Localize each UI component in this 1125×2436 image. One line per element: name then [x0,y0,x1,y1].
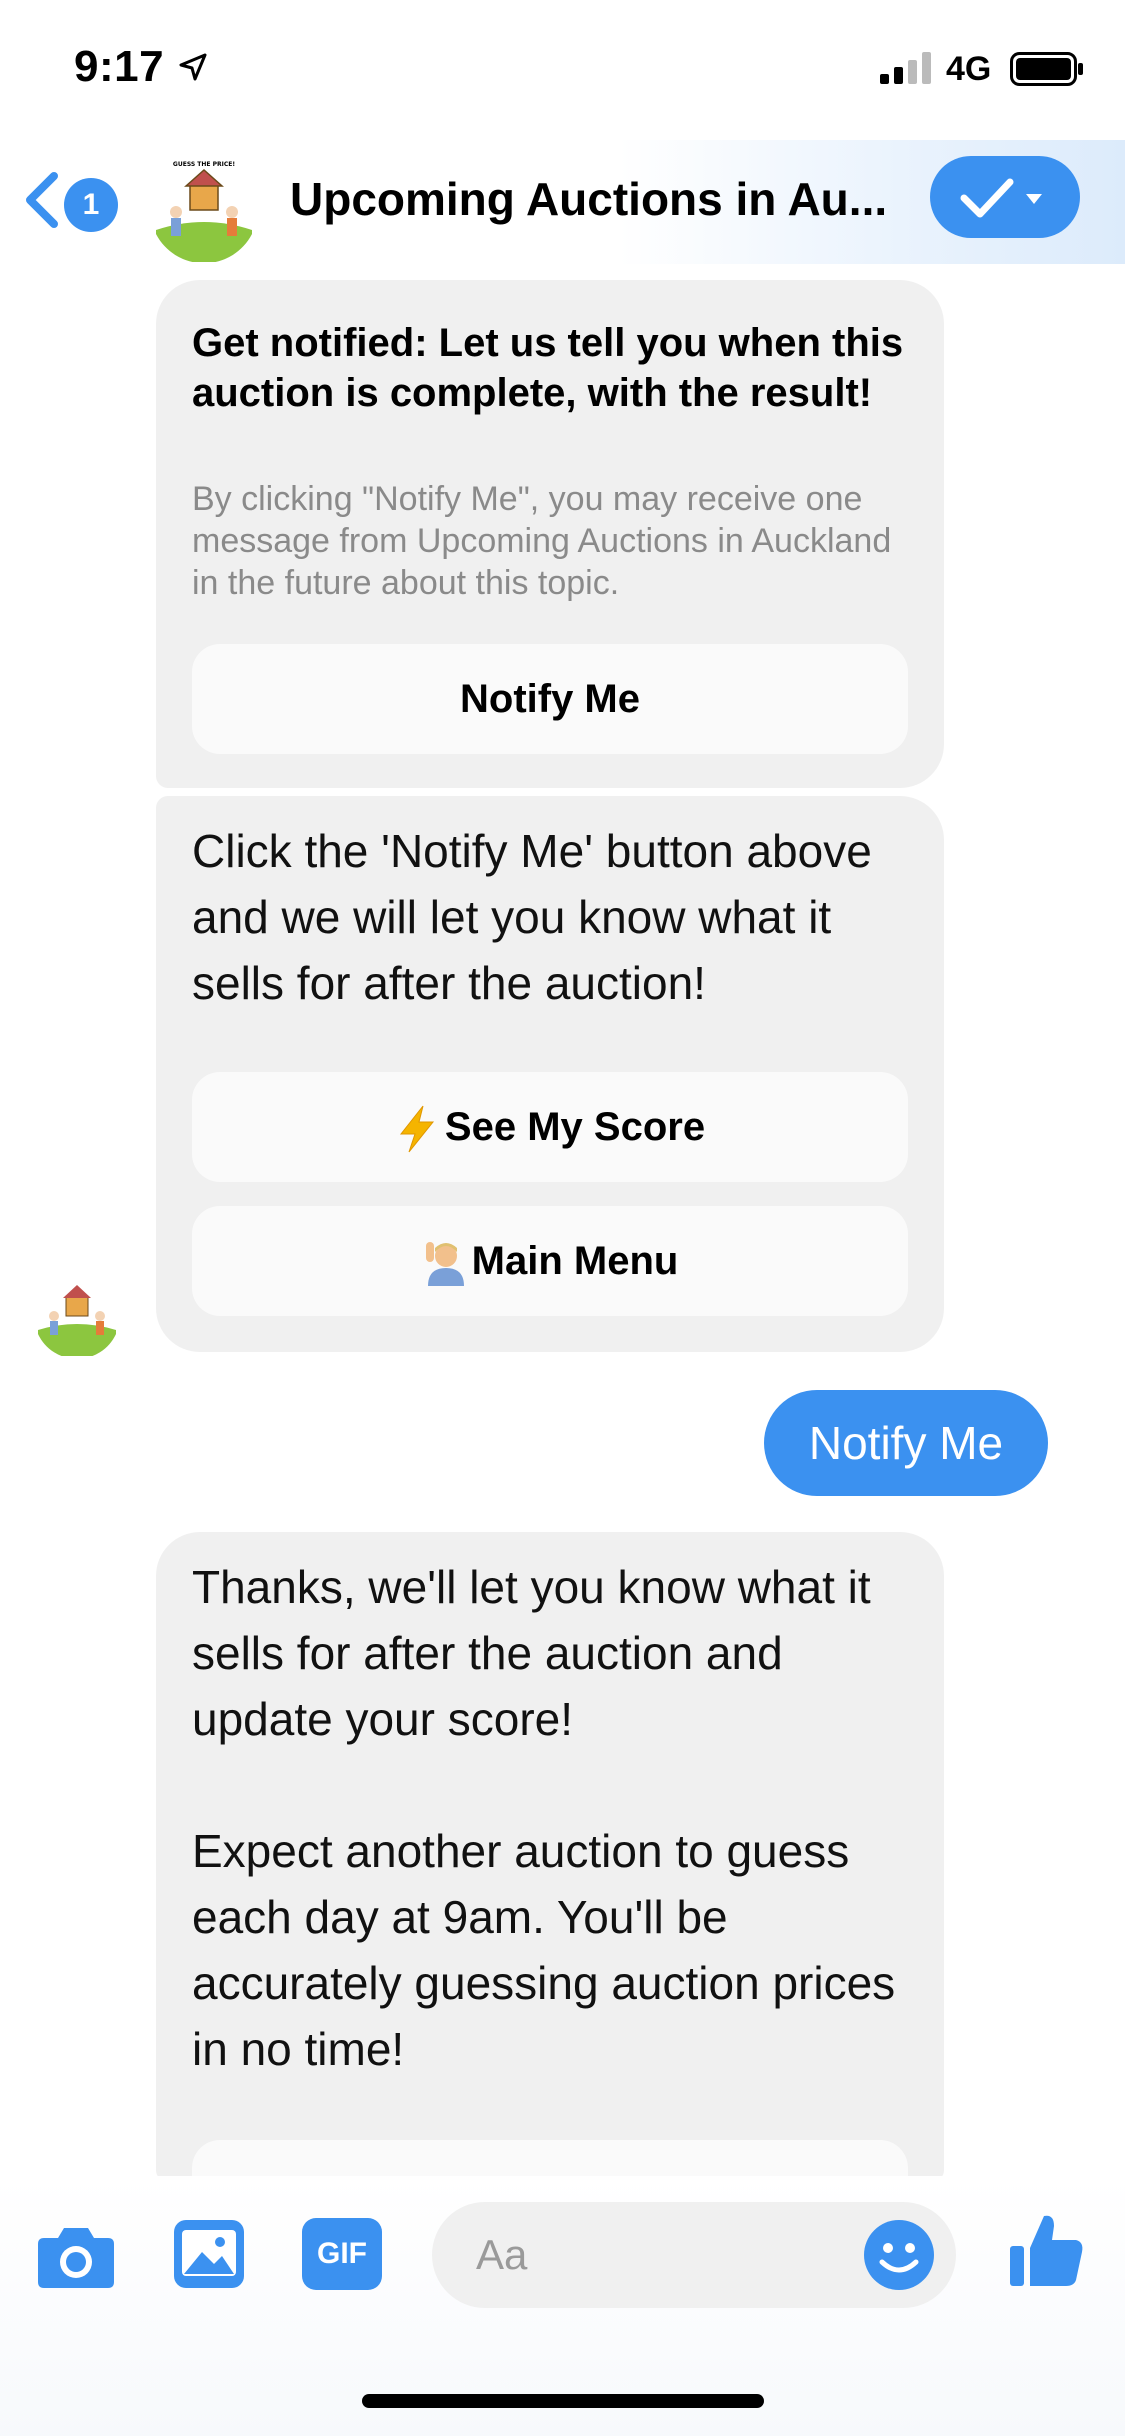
caret-down-icon [1026,194,1042,204]
battery-icon [1010,52,1083,86]
cellular-signal-icon [880,52,931,84]
message-bubble-received: Click the 'Notify Me' button above and w… [156,796,944,1352]
gif-button[interactable]: GIF [302,2218,382,2290]
message-text: Thanks, we'll let you know what it sells… [192,1561,871,1745]
location-arrow-icon [179,53,207,81]
page-avatar[interactable]: GUESS THE PRICE! [150,154,258,262]
checkmark-icon [960,178,1042,218]
conversation-header: 1 GUESS THE PRICE! Upcoming Auctions in … [0,140,1125,264]
see-my-score-button[interactable]: See My Score [192,1072,908,1182]
network-type: 4G [946,50,992,88]
done-dropdown-button[interactable] [930,156,1080,238]
status-bar: 9:17 4G [0,0,1125,140]
message-input-container[interactable] [432,2202,956,2308]
message-text: Expect another auction to guess each day… [192,1825,896,2075]
lightning-icon [399,1106,434,1153]
person-raising-hand-icon [425,1242,464,1287]
notify-me-button[interactable]: Notify Me [192,644,908,754]
message-input[interactable] [476,2226,856,2284]
message-bubble-sent: Notify Me [764,1390,1048,1496]
chevron-left-icon [26,172,58,228]
emoji-icon[interactable] [862,2218,936,2292]
card-subtitle: By clicking "Notify Me", you may receive… [192,480,892,602]
thumbs-up-icon[interactable] [1006,2210,1086,2288]
back-button[interactable]: 1 [22,166,122,236]
status-time: 9:17 [74,42,165,91]
conversation-title[interactable]: Upcoming Auctions in Au... [290,172,930,226]
svg-text:GUESS THE PRICE!: GUESS THE PRICE! [173,161,235,168]
card-title: Get notified: Let us tell you when this … [192,321,904,415]
message-bubble-received: Thanks, we'll let you know what it sells… [156,1532,944,2250]
home-indicator[interactable] [362,2394,764,2408]
message-text: Click the 'Notify Me' button above and w… [192,825,872,1009]
unread-badge: 1 [64,178,118,232]
camera-icon[interactable] [36,2224,116,2290]
sender-avatar[interactable] [34,1270,120,1356]
main-menu-label: Main Menu [471,1239,679,1283]
image-icon[interactable] [172,2218,246,2290]
notify-opt-in-card: Get notified: Let us tell you when this … [156,280,944,788]
see-my-score-label: See My Score [444,1105,706,1149]
main-menu-button[interactable]: Main Menu [192,1206,908,1316]
